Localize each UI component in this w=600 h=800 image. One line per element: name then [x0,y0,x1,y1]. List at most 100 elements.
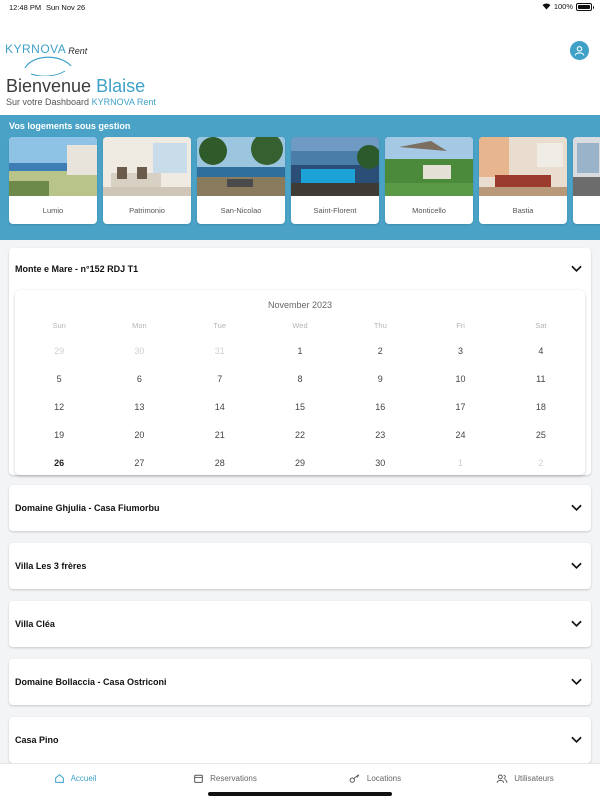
calendar-day[interactable]: 7 [180,365,260,393]
calendar-day[interactable]: 1 [260,337,340,365]
users-icon [496,773,508,783]
nav-label: Reservations [210,773,257,783]
calendar-day[interactable]: 29 [260,449,340,477]
profile-button[interactable] [570,41,589,60]
calendar-day[interactable]: 16 [340,393,420,421]
subtitle-text: Sur votre Dashboard [6,97,90,107]
calendar-day[interactable]: 30 [340,449,420,477]
calendar-day[interactable]: 12 [19,393,99,421]
dashboard-subtitle: Sur votre Dashboard KYRNOVA Rent [6,97,156,107]
welcome-user-name: Blaise [96,76,146,96]
nav-label: Locations [366,773,402,783]
calendar-day: 1 [458,458,464,468]
calendar-day[interactable]: 4 [501,337,581,365]
header: KYRNOVA Rent Bienvenue Blaise Sur votre … [0,14,600,115]
calendar-day: 30 [134,346,145,356]
calendar-grid: Sun Mon Tue Wed Thu Fri Sat 29 30 31 1 2 3 4 5 6… [15,315,585,477]
property-card-lumio[interactable]: Lumio [9,137,97,224]
nav-item-accueil[interactable]: Accueil [0,764,150,800]
chevron-down-icon[interactable] [571,504,582,512]
home-indicator [208,792,392,796]
calendar: November 2023 Sun Mon Tue Wed Thu Fri Sa… [15,290,585,475]
accordion-item[interactable]: Villa Les 3 frères [9,543,591,589]
accordion-title: Domaine Bollaccia - Casa Ostriconi [15,677,167,687]
wifi-icon [542,3,551,10]
calendar-day[interactable]: 13 [99,393,179,421]
calendar-day[interactable]: 17 [420,393,500,421]
property-card-saint-florent[interactable]: Saint-Florent [291,137,379,224]
property-card-bastia[interactable]: Bastia [479,137,567,224]
calendar-day[interactable]: 18 [501,393,581,421]
calendar-day[interactable]: 15 [260,393,340,421]
accordion-title: Domaine Ghjulia - Casa Fiumorbu [15,503,160,513]
accordion-header[interactable]: Casa Pino [9,717,591,763]
property-photo [197,137,285,196]
calendar-day[interactable]: 5 [19,365,99,393]
calendar-day[interactable]: 25 [501,421,581,449]
calendar-day[interactable]: 23 [340,421,420,449]
accordion-item[interactable]: Casa Pino [9,717,591,763]
calendar-day: 31 [214,346,225,356]
weekday-label: Sat [535,321,547,330]
property-photo [9,137,97,196]
calendar-day[interactable]: 2 [340,337,420,365]
nav-label: Utilisateurs [514,773,554,783]
chevron-down-icon[interactable] [571,562,582,570]
weekday-label: Fri [456,321,465,330]
nav-label: Accueil [70,773,97,783]
calendar-day[interactable]: 8 [260,365,340,393]
calendar-day[interactable]: 28 [180,449,260,477]
properties-title: Vos logements sous gestion [9,121,131,131]
weekday-label: Thu [373,321,387,330]
property-label: Bastia [512,205,534,215]
logo-main: KYRNOVA [5,42,67,56]
property-label: Monticello [412,205,446,215]
property-card-monticello[interactable]: Monticello [385,137,473,224]
properties-section: Vos logements sous gestion Lumio Patrimo… [0,115,600,240]
logo-sub: Rent [68,46,88,56]
battery-icon [576,2,594,11]
properties-carousel[interactable]: Lumio Patrimonio San-Nicolao Saint-Flore… [9,137,600,224]
calendar-day[interactable]: 14 [180,393,260,421]
brand-logo[interactable]: KYRNOVA Rent [5,42,88,76]
calendar-day[interactable]: 11 [501,365,581,393]
accordion-title: Villa Cléa [15,619,55,629]
chevron-down-icon[interactable] [571,678,582,686]
accordion-item[interactable]: Villa Cléa [9,601,591,647]
property-label: Lumio [42,205,64,215]
status-bar: 12:48 PM Sun Nov 26 100% [0,0,600,14]
battery-percent: 100% [553,2,573,11]
calendar-day[interactable]: 6 [99,365,179,393]
calendar-day[interactable]: 20 [99,421,179,449]
chevron-down-icon[interactable] [571,620,582,628]
subtitle-brand: KYRNOVA Rent [91,97,156,107]
calendar-day[interactable]: 21 [180,421,260,449]
nav-item-utilisateurs[interactable]: Utilisateurs [450,764,600,800]
accordion-header[interactable]: Monte e Mare - n°152 RDJ T1 [9,248,591,290]
accordion-item[interactable]: Domaine Bollaccia - Casa Ostriconi [9,659,591,705]
accordion-header[interactable]: Domaine Ghjulia - Casa Fiumorbu [9,485,591,531]
calendar-day[interactable]: 27 [99,449,179,477]
calendar-day[interactable]: 9 [340,365,420,393]
chevron-down-icon[interactable] [571,265,582,273]
key-icon [349,773,360,783]
property-card-san-nicolao[interactable]: San-Nicolao [197,137,285,224]
property-label: Patrimonio [129,205,165,215]
calendar-day[interactable]: 10 [420,365,500,393]
calendar-day[interactable]: 3 [420,337,500,365]
accordion-item[interactable]: Domaine Ghjulia - Casa Fiumorbu [9,485,591,531]
property-photo [479,137,567,196]
accordion-header[interactable]: Domaine Bollaccia - Casa Ostriconi [9,659,591,705]
calendar-day[interactable]: 24 [420,421,500,449]
property-card-patrimonio[interactable]: Patrimonio [103,137,191,224]
calendar-day[interactable]: 22 [260,421,340,449]
accordion-header[interactable]: Villa Cléa [9,601,591,647]
calendar-day[interactable]: 19 [19,421,99,449]
accordion-list: Domaine Ghjulia - Casa Fiumorbu Villa Le… [9,485,591,763]
accordion-header[interactable]: Villa Les 3 frères [9,543,591,589]
calendar-day[interactable]: 26 [19,449,99,477]
calendar-month: November 2023 [267,300,333,310]
chevron-down-icon[interactable] [571,736,582,744]
property-card-next[interactable] [573,137,600,224]
calendar-icon [194,774,204,783]
